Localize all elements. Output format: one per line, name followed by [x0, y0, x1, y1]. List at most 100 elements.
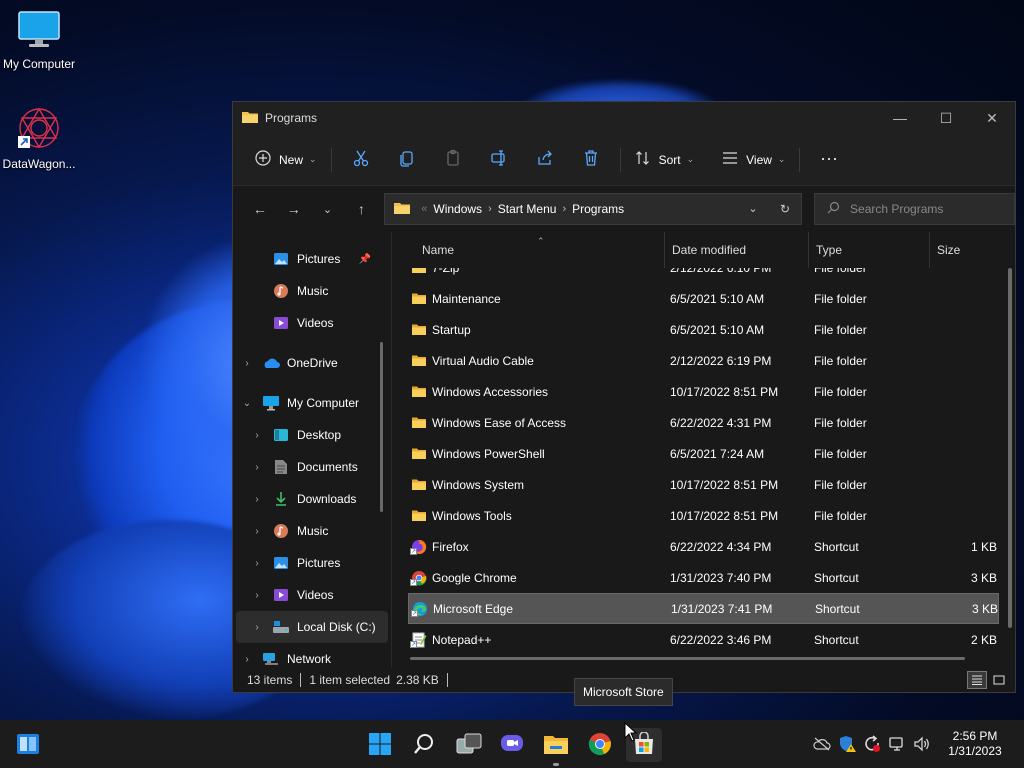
file-name: Windows PowerShell — [432, 446, 545, 461]
sidebar-scrollbar[interactable] — [380, 342, 383, 512]
sidebar-item-music[interactable]: Music — [233, 275, 391, 307]
file-row[interactable]: Windows Ease of Access 6/22/2022 4:31 PM F… — [408, 407, 999, 438]
chrome-icon: ↗ — [410, 570, 428, 586]
maximize-button[interactable]: ☐ — [923, 102, 969, 134]
file-name: Windows Tools — [432, 508, 512, 523]
sidebar-item-pictures[interactable]: › Pictures — [233, 547, 391, 579]
sort-button[interactable]: Sort ⌄ — [627, 144, 703, 176]
forward-button[interactable]: → — [277, 201, 311, 217]
chevron-down-icon: ⌄ — [748, 203, 758, 215]
details-view-button[interactable] — [967, 671, 987, 689]
view-button[interactable]: View ⌄ — [714, 144, 793, 176]
more-options-button[interactable]: ⋯ — [806, 149, 852, 170]
widgets-button[interactable] — [10, 728, 46, 762]
sidebar-item-pictures[interactable]: Pictures 📌 — [233, 243, 391, 275]
sidebar-item-label: Music — [297, 284, 329, 298]
cloud-offline-icon[interactable] — [809, 737, 834, 751]
system-tray: 2:56 PM 1/31/2023 — [809, 720, 1024, 768]
file-row[interactable]: ↗ Google Chrome 1/31/2023 7:40 PM Shortcut 3… — [408, 562, 999, 593]
notepadpp-icon: ↗ — [410, 632, 428, 648]
music-icon — [271, 283, 291, 299]
sidebar-item-my-computer[interactable]: ⌄ My Computer — [233, 387, 391, 419]
volume-icon[interactable] — [909, 736, 934, 752]
details-view-icon — [968, 671, 986, 689]
column-date-modified[interactable]: Date modified — [665, 232, 809, 268]
file-row[interactable]: ↗ Notepad++ 6/22/2022 3:46 PM Shortcut 2 KB — [408, 624, 999, 655]
file-date: 6/5/2021 5:10 AM — [670, 322, 765, 337]
file-row[interactable]: Windows System 10/17/2022 8:51 PM File fol… — [408, 469, 999, 500]
cut-button[interactable] — [338, 149, 384, 170]
column-name[interactable]: Name — [392, 232, 665, 268]
close-button[interactable]: ✕ — [969, 102, 1015, 134]
file-date: 6/5/2021 5:10 AM — [670, 291, 765, 306]
address-bar[interactable]: « Windows › Start Menu › Programs ⌄ ↻ — [384, 193, 803, 225]
sidebar-item-downloads[interactable]: › Downloads — [233, 483, 391, 515]
refresh-button[interactable]: ↻ — [769, 202, 801, 216]
chevron-down-icon: ⌄ — [686, 154, 695, 164]
sidebar-item-local-disk[interactable]: › Local Disk (C:) — [236, 611, 388, 643]
chevron-right-icon: › — [245, 653, 249, 665]
file-row[interactable]: Startup 6/5/2021 5:10 AM File folder — [408, 314, 999, 345]
file-size: 3 KB — [970, 570, 997, 585]
column-size[interactable]: Size — [930, 232, 1000, 268]
folder-icon — [410, 384, 428, 400]
clock-time: 2:56 PM — [952, 729, 998, 743]
status-divider — [300, 673, 302, 687]
desktop-icon-label: My Computer — [2, 57, 76, 71]
address-history-button[interactable]: ⌄ — [737, 202, 769, 216]
sidebar-item-music[interactable]: › Music — [233, 515, 391, 547]
security-warning-icon[interactable] — [834, 735, 859, 753]
file-row[interactable]: Virtual Audio Cable 2/12/2022 6:19 PM File… — [408, 345, 999, 376]
breadcrumb-item[interactable]: Start Menu — [498, 202, 557, 216]
new-button[interactable]: New ⌄ — [247, 144, 325, 176]
file-row[interactable]: ↗ Firefox 6/22/2022 4:34 PM Shortcut 1 KB — [408, 531, 999, 562]
copy-button[interactable] — [384, 149, 430, 170]
sidebar-item-label: My Computer — [287, 396, 360, 410]
desktop-icon-datawagon[interactable]: DataWagon... — [0, 106, 78, 171]
titlebar[interactable]: Programs — ☐ ✕ — [233, 102, 1015, 134]
sidebar-item-label: OneDrive — [287, 356, 338, 370]
column-type[interactable]: Type — [809, 232, 930, 268]
file-date: 6/22/2022 4:34 PM — [670, 539, 772, 554]
breadcrumb-item[interactable]: Windows — [433, 202, 482, 216]
share-button[interactable] — [522, 149, 568, 170]
back-button[interactable]: ← — [243, 201, 277, 217]
vertical-scrollbar[interactable] — [1008, 268, 1012, 628]
breadcrumb-item[interactable]: Programs — [572, 202, 624, 216]
chrome-taskbar-button[interactable] — [582, 728, 618, 762]
minimize-button[interactable]: — — [877, 102, 923, 134]
search-button[interactable] — [406, 728, 442, 762]
file-row[interactable]: Maintenance 6/5/2021 5:10 AM File folder — [408, 283, 999, 314]
clock[interactable]: 2:56 PM 1/31/2023 — [938, 729, 1012, 759]
update-icon[interactable] — [859, 735, 884, 753]
horizontal-scrollbar[interactable] — [410, 657, 965, 660]
search-box[interactable]: Search Programs — [814, 193, 1015, 225]
rename-button[interactable] — [476, 149, 522, 170]
delete-button[interactable] — [568, 149, 614, 170]
sidebar-item-network[interactable]: › Network — [233, 643, 391, 668]
task-view-icon — [456, 733, 482, 758]
file-name-cell: Windows PowerShell — [408, 446, 663, 462]
file-name: Firefox — [432, 539, 469, 554]
file-row[interactable]: Windows PowerShell 6/5/2021 7:24 AM File f… — [408, 438, 999, 469]
file-explorer-taskbar-button[interactable] — [538, 728, 574, 766]
recent-locations-button[interactable]: ⌄ — [311, 203, 345, 216]
sidebar-item-videos[interactable]: Videos — [233, 307, 391, 339]
paste-button[interactable] — [430, 149, 476, 170]
sidebar-item-onedrive[interactable]: › OneDrive — [233, 347, 391, 379]
chat-button[interactable] — [494, 728, 530, 762]
task-view-button[interactable] — [451, 728, 487, 762]
sidebar-item-label: Local Disk (C:) — [297, 620, 376, 634]
sidebar-item-desktop[interactable]: › Desktop — [233, 419, 391, 451]
file-size: 3 KB — [971, 601, 998, 616]
file-row[interactable]: Windows Accessories 10/17/2022 8:51 PM Fil… — [408, 376, 999, 407]
desktop-icon-my-computer[interactable]: My Computer — [0, 10, 78, 71]
sidebar-item-videos[interactable]: › Videos — [233, 579, 391, 611]
network-icon[interactable] — [884, 736, 909, 752]
file-row[interactable]: ↗ Microsoft Edge 1/31/2023 7:41 PM Shortcut… — [408, 593, 999, 624]
up-button[interactable]: ↑ — [344, 201, 378, 217]
file-row[interactable]: Windows Tools 10/17/2022 8:51 PM File fold… — [408, 500, 999, 531]
sidebar-item-documents[interactable]: › Documents — [233, 451, 391, 483]
start-button[interactable] — [362, 728, 398, 762]
large-icons-view-button[interactable] — [989, 671, 1009, 689]
